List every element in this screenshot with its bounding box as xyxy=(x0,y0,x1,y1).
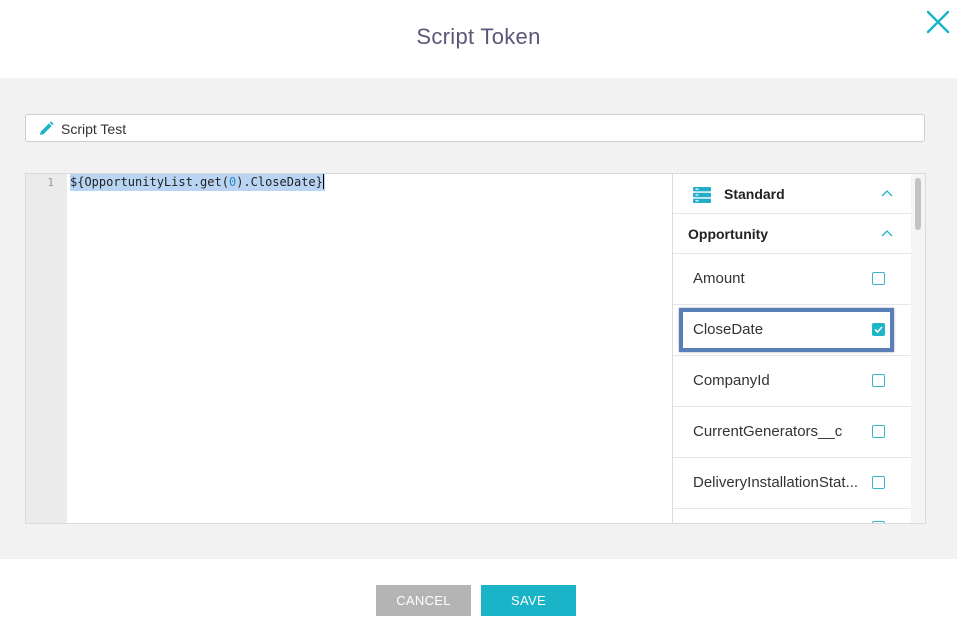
field-label: Amount xyxy=(693,270,745,287)
database-icon xyxy=(693,187,711,203)
field-label: CurrentGenerators__c xyxy=(693,423,843,440)
field-checkbox-checked[interactable] xyxy=(872,323,885,336)
field-checkbox[interactable] xyxy=(872,425,885,438)
field-picker: Standard Opportunity Amount CloseDate Co… xyxy=(672,174,912,523)
section-standard-label: Standard xyxy=(724,186,785,202)
section-standard[interactable]: Standard xyxy=(673,174,912,214)
field-picker-scrollbar[interactable] xyxy=(911,174,925,523)
field-row-amount[interactable]: Amount xyxy=(673,254,912,305)
field-label: CompanyId xyxy=(693,372,770,389)
dialog-footer: CANCEL SAVE xyxy=(0,559,957,638)
token-name-value: Script Test xyxy=(61,121,127,137)
text-cursor xyxy=(322,174,324,189)
dialog-title: Script Token xyxy=(416,24,541,49)
line-gutter: 1 xyxy=(26,174,67,523)
field-row-companyid[interactable]: CompanyId xyxy=(673,356,912,407)
pencil-icon xyxy=(40,121,54,135)
field-label: CloseDate xyxy=(693,321,764,338)
field-checkbox[interactable] xyxy=(872,272,885,285)
field-row-closedate[interactable]: CloseDate xyxy=(673,305,912,356)
code-editor[interactable]: ${OpportunityList.get(0).CloseDate} xyxy=(67,174,672,523)
save-button[interactable]: SAVE xyxy=(481,585,576,616)
field-row-currentgenerators[interactable]: CurrentGenerators__c xyxy=(673,407,912,458)
chevron-up-icon[interactable] xyxy=(881,189,893,197)
check-icon xyxy=(874,326,883,334)
code-text: ${OpportunityList.get( xyxy=(70,175,229,189)
code-text-end: ).CloseDate} xyxy=(236,175,323,189)
field-checkbox[interactable] xyxy=(872,476,885,489)
field-checkbox[interactable] xyxy=(872,374,885,387)
close-button[interactable] xyxy=(924,8,952,36)
close-icon xyxy=(926,10,950,34)
script-editor-panel: 1 ${OpportunityList.get(0).CloseDate} St… xyxy=(25,173,926,524)
code-line[interactable]: ${OpportunityList.get(0).CloseDate} xyxy=(70,174,325,191)
chevron-up-icon[interactable] xyxy=(881,229,893,237)
token-name-field[interactable]: Script Test xyxy=(25,114,925,142)
section-opportunity[interactable]: Opportunity xyxy=(673,214,912,254)
cancel-button[interactable]: CANCEL xyxy=(376,585,471,616)
dialog-body: Script Test 1 ${OpportunityList.get(0).C… xyxy=(0,78,957,559)
line-number: 1 xyxy=(47,176,54,189)
section-opportunity-label: Opportunity xyxy=(688,226,769,242)
field-checkbox[interactable] xyxy=(872,521,885,523)
field-row-partial[interactable] xyxy=(673,509,912,523)
scrollbar-thumb[interactable] xyxy=(915,178,921,230)
dialog-header: Script Token xyxy=(0,0,957,78)
field-label: DeliveryInstallationStat... xyxy=(693,474,859,491)
field-row-deliveryinstallation[interactable]: DeliveryInstallationStat... xyxy=(673,458,912,509)
